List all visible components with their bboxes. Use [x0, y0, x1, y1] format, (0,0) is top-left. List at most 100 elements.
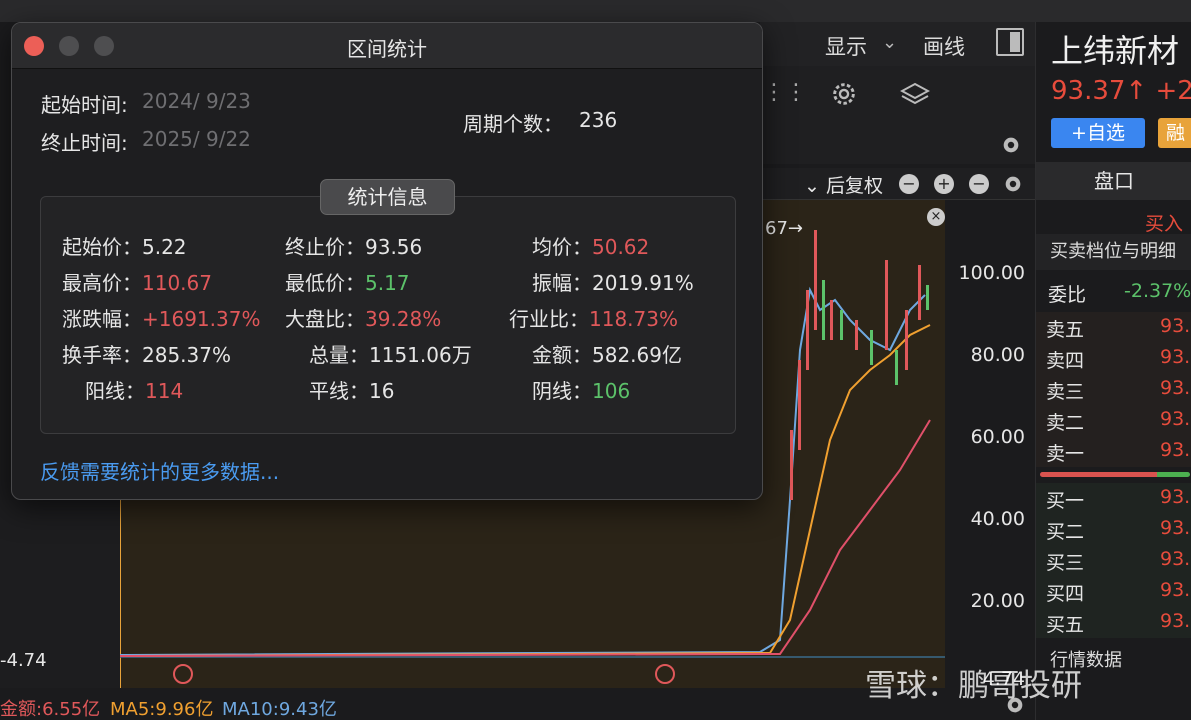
high-arrow-label: 67→	[765, 218, 803, 239]
stat-value: 106	[592, 379, 631, 403]
ask-row: 卖四 93.	[1036, 343, 1191, 374]
ask-row: 卖三 93.	[1036, 374, 1191, 405]
axis-tick: 60.00	[970, 426, 1025, 448]
stat-value: +1691.37%	[142, 307, 261, 331]
stat-value: 2019.91%	[592, 271, 694, 295]
stock-price: 93.37↑ +2	[1051, 76, 1191, 106]
stat-label: 均价：	[532, 235, 592, 259]
fq-dropdown[interactable]: ⌄ 后复权	[804, 171, 883, 198]
stat-label: 最低价：	[285, 271, 365, 295]
bid-price: 93.	[1160, 486, 1191, 508]
display-menu[interactable]: 显示	[825, 31, 867, 61]
margin-badge[interactable]: 融	[1158, 118, 1191, 148]
stat-vs-industry: 行业比：118.73%	[509, 303, 678, 332]
stat-value: 39.28%	[365, 307, 442, 331]
buy-button[interactable]: 买入	[1145, 209, 1183, 236]
bid-price: 93.	[1160, 517, 1191, 539]
ma10-legend: MA10:9.43亿	[222, 699, 337, 720]
end-time-label: 终止时间:	[41, 131, 128, 155]
ask-row: 卖一 93.	[1036, 436, 1191, 467]
stat-value: 5.17	[365, 271, 410, 295]
ask-label: 卖三	[1046, 381, 1085, 403]
ask-row: 卖五 93.	[1036, 312, 1191, 343]
stat-low-price: 最低价：5.17	[285, 267, 410, 296]
minus-icon[interactable]: −	[899, 174, 919, 194]
stat-avg-price: 均价：50.62	[532, 231, 649, 260]
stat-label: 总量：	[309, 343, 369, 367]
close-icon[interactable]: ×	[927, 208, 945, 226]
stat-label: 最高价：	[62, 271, 142, 295]
stat-label: 换手率：	[62, 343, 142, 367]
gear-icon[interactable]	[1002, 173, 1024, 195]
tab-pankou[interactable]: 盘口	[1036, 162, 1191, 200]
stock-name: 上纬新材	[1051, 32, 1180, 70]
stat-label: 涨跌幅：	[62, 307, 142, 331]
stat-label: 平线：	[309, 379, 369, 403]
price-axis: 100.00 80.00 60.00 40.00 20.00 4.74	[945, 200, 1035, 690]
crosshair-icon[interactable]: ⋮⋮	[763, 80, 807, 105]
add-watchlist-button[interactable]: +自选	[1051, 118, 1145, 148]
gear-icon[interactable]	[830, 80, 858, 108]
candles-surge	[790, 230, 929, 500]
event-marker-icon[interactable]	[655, 664, 675, 684]
bid-label: 买三	[1046, 552, 1085, 574]
bid-label: 买五	[1046, 614, 1085, 636]
stat-label: 金额：	[532, 343, 592, 367]
dialog-title: 区间统计	[347, 37, 427, 61]
event-marker-icon[interactable]	[173, 664, 193, 684]
chart-toolbar-icons: ⋮⋮	[760, 66, 1035, 164]
stat-label: 阴线：	[532, 379, 592, 403]
ma5-legend: MA5:9.96亿	[110, 699, 214, 720]
stat-value: 110.67	[142, 271, 212, 295]
stat-volume: 总量：1151.06万	[309, 339, 472, 368]
bid-row: 买三 93.	[1036, 545, 1191, 576]
ask-price: 93.	[1160, 315, 1191, 337]
feedback-link[interactable]: 反馈需要统计的更多数据...	[40, 456, 279, 485]
stat-label: 终止价：	[285, 235, 365, 259]
period-count-label: 周期个数：	[463, 112, 563, 136]
ask-price: 93.	[1160, 377, 1191, 399]
end-time-field[interactable]: 2025/ 9/22	[142, 127, 251, 151]
stat-label: 起始价：	[62, 235, 142, 259]
bid-row: 买五 93.	[1036, 607, 1191, 638]
stat-down-days: 阴线：106	[532, 375, 630, 404]
period-count-value: 236	[579, 108, 618, 132]
layers-icon[interactable]	[900, 82, 930, 108]
watermark: 雪球：鹏哥投研	[865, 668, 1082, 704]
bid-price: 93.	[1160, 548, 1191, 570]
menu-bar	[0, 0, 1191, 22]
stat-label: 大盘比：	[285, 307, 365, 331]
minus-icon[interactable]: −	[969, 174, 989, 194]
bid-price: 93.	[1160, 610, 1191, 632]
axis-tick: 40.00	[970, 508, 1025, 530]
bid-row: 买二 93.	[1036, 514, 1191, 545]
panel-toggle-icon[interactable]	[996, 28, 1024, 56]
stat-value: 114	[145, 379, 184, 403]
settings-small-icon[interactable]	[1000, 134, 1022, 156]
price-low-label: -4.74	[0, 650, 47, 671]
stat-label: 行业比：	[509, 307, 589, 331]
plus-icon[interactable]: +	[934, 174, 954, 194]
fq-label: 后复权	[825, 175, 883, 197]
ask-label: 卖二	[1046, 412, 1085, 434]
stat-value: 285.37%	[142, 343, 231, 367]
dialog-titlebar: 区间统计	[12, 23, 762, 69]
chart-toolbar: 显示 ⌄ 画线	[760, 22, 1035, 66]
bid-ask-ratio-bar	[1040, 472, 1190, 477]
start-time-label: 起始时间:	[41, 93, 128, 117]
stat-value: 118.73%	[589, 307, 678, 331]
stats-section-title: 统计信息	[320, 179, 455, 215]
stat-up-days: 阳线：114	[85, 375, 183, 404]
stat-label: 振幅：	[532, 271, 592, 295]
ask-price: 93.	[1160, 408, 1191, 430]
weibi-value: -2.37%	[1124, 280, 1191, 302]
stat-value: 93.56	[365, 235, 423, 259]
chevron-down-icon[interactable]: ⌄	[882, 32, 897, 53]
quote-panel: 上纬新材 93.37↑ +2 +自选 融 盘口 买入 买卖档位与明细 委比 -2…	[1035, 22, 1191, 720]
weibi-label: 委比	[1048, 284, 1087, 306]
left-strip: -4.74	[0, 500, 120, 688]
order-book-header[interactable]: 买卖档位与明细	[1036, 234, 1191, 270]
ask-label: 卖四	[1046, 350, 1085, 372]
start-time-field[interactable]: 2024/ 9/23	[142, 89, 251, 113]
draw-line-button[interactable]: 画线	[923, 31, 965, 61]
